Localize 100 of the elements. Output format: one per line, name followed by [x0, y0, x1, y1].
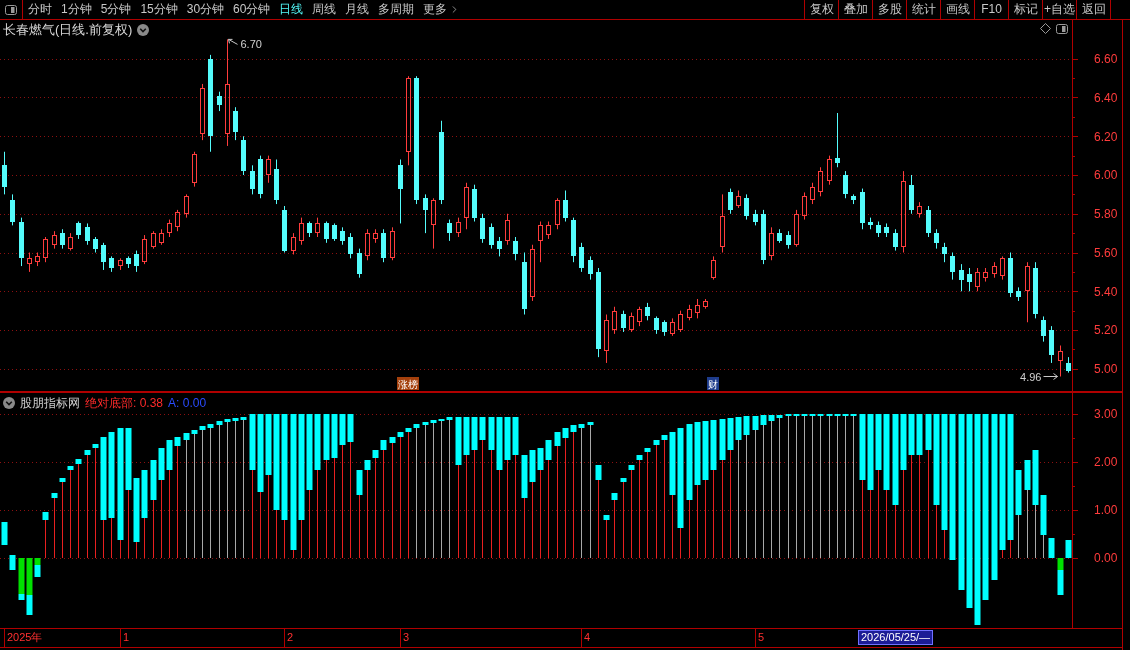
bar — [1057, 558, 1064, 570]
candlestick — [447, 219, 452, 242]
bar — [125, 428, 132, 490]
bar — [150, 460, 157, 500]
bar — [949, 414, 956, 560]
period-tab[interactable]: 60分钟 — [233, 1, 271, 18]
period-tab[interactable]: 5分钟 — [100, 1, 132, 18]
period-tab[interactable]: 日线 — [279, 1, 304, 18]
candlestick — [431, 197, 436, 250]
price-axis-label: 5.00 — [1094, 362, 1118, 377]
period-tab[interactable]: 30分钟 — [186, 1, 225, 18]
candlestick — [612, 306, 617, 335]
candlestick — [678, 310, 683, 333]
indicator-axis-label: 1.00 — [1094, 503, 1118, 518]
period-tab[interactable]: 分时 — [28, 1, 52, 18]
bar — [18, 594, 25, 600]
candlestick — [68, 232, 73, 252]
candlestick — [794, 209, 799, 248]
chevron-down-circle-icon[interactable] — [3, 397, 15, 409]
candlestick — [687, 304, 692, 321]
candlestick — [1025, 261, 1030, 323]
indicator-axis-label: 2.00 — [1094, 455, 1118, 470]
candlestick — [926, 205, 931, 238]
period-tab[interactable]: 多周期 — [378, 1, 415, 18]
panel-toggle-icon[interactable] — [1056, 23, 1068, 34]
bar — [661, 435, 668, 440]
period-tab[interactable]: 1分钟 — [61, 1, 92, 18]
candlestick — [711, 255, 716, 281]
arrow-icon — [1043, 373, 1058, 380]
chart-title: 长春燃气(日线.前复权) — [3, 22, 133, 37]
toolbar-action-button[interactable]: 标记 — [1008, 0, 1042, 19]
candlestick — [299, 217, 304, 246]
candlestick — [588, 255, 593, 281]
candlestick — [843, 170, 848, 199]
indicator-axis-label: 0.00 — [1094, 551, 1118, 566]
bar — [430, 420, 437, 423]
toolbar-action-button[interactable]: 复权 — [804, 0, 838, 19]
bar — [117, 428, 124, 540]
bar — [1, 522, 8, 545]
bar — [496, 417, 503, 470]
high-price-label: 6.70 — [240, 38, 262, 51]
more-menu-button[interactable]: 更多 — [423, 1, 461, 18]
candlestick — [184, 193, 189, 219]
candlestick — [505, 213, 510, 246]
candlestick — [10, 193, 15, 226]
bar — [356, 470, 363, 495]
bar — [578, 424, 585, 428]
event-tag[interactable]: 财 — [707, 377, 719, 390]
period-tab[interactable]: 月线 — [345, 1, 370, 18]
bar — [521, 455, 528, 498]
bar — [562, 428, 569, 438]
period-tab[interactable]: 15分钟 — [140, 1, 178, 18]
indicator-name: 股朋指标网 — [20, 396, 80, 410]
candlestick — [167, 219, 172, 238]
bar — [479, 417, 486, 440]
candlestick — [670, 317, 675, 337]
candlestick — [52, 230, 57, 250]
candlestick — [530, 244, 535, 302]
bar — [1024, 460, 1031, 490]
bar — [677, 428, 684, 528]
candlestick — [563, 190, 568, 222]
panel-toggle-icon — [5, 4, 17, 15]
toolbar-action-button[interactable]: 叠加 — [838, 0, 872, 19]
bar — [471, 417, 478, 450]
toolbar-action-button[interactable]: F10 — [974, 0, 1008, 19]
bar — [397, 432, 404, 437]
bar — [207, 424, 214, 428]
bar — [108, 432, 115, 518]
event-tag[interactable]: 涨榜 — [397, 377, 419, 390]
toolbar-action-button[interactable]: +自选 — [1042, 0, 1076, 19]
candlestick — [1041, 315, 1046, 343]
bar — [232, 418, 239, 421]
date-axis-label: 4 — [581, 629, 591, 647]
candlestick — [769, 226, 774, 261]
candlestick — [233, 106, 238, 141]
candlestick — [159, 228, 164, 246]
toolbar-action-button[interactable]: 多股 — [872, 0, 906, 19]
bar — [603, 515, 610, 520]
bar — [653, 440, 660, 445]
toolbar-action-button[interactable]: 统计 — [906, 0, 940, 19]
bar — [1032, 450, 1039, 505]
bar — [512, 417, 519, 455]
bar — [669, 432, 676, 495]
date-axis-label: 2025年 — [4, 629, 43, 647]
bar — [587, 422, 594, 425]
toolbar-action-button[interactable]: 返回 — [1076, 0, 1110, 19]
candlestick — [983, 267, 988, 283]
bar — [999, 414, 1006, 550]
price-axis-label: 6.20 — [1094, 129, 1118, 144]
period-tab[interactable]: 周线 — [312, 1, 337, 18]
diamond-icon[interactable] — [1040, 23, 1051, 34]
chevron-down-circle-icon[interactable] — [137, 23, 150, 36]
bar — [611, 493, 618, 500]
toolbar-action-button[interactable]: 画线 — [940, 0, 974, 19]
candlestick — [489, 222, 494, 250]
bar — [224, 419, 231, 422]
candlestick — [217, 91, 222, 112]
candlestick — [893, 228, 898, 252]
bar — [916, 414, 923, 455]
bar — [158, 448, 165, 480]
